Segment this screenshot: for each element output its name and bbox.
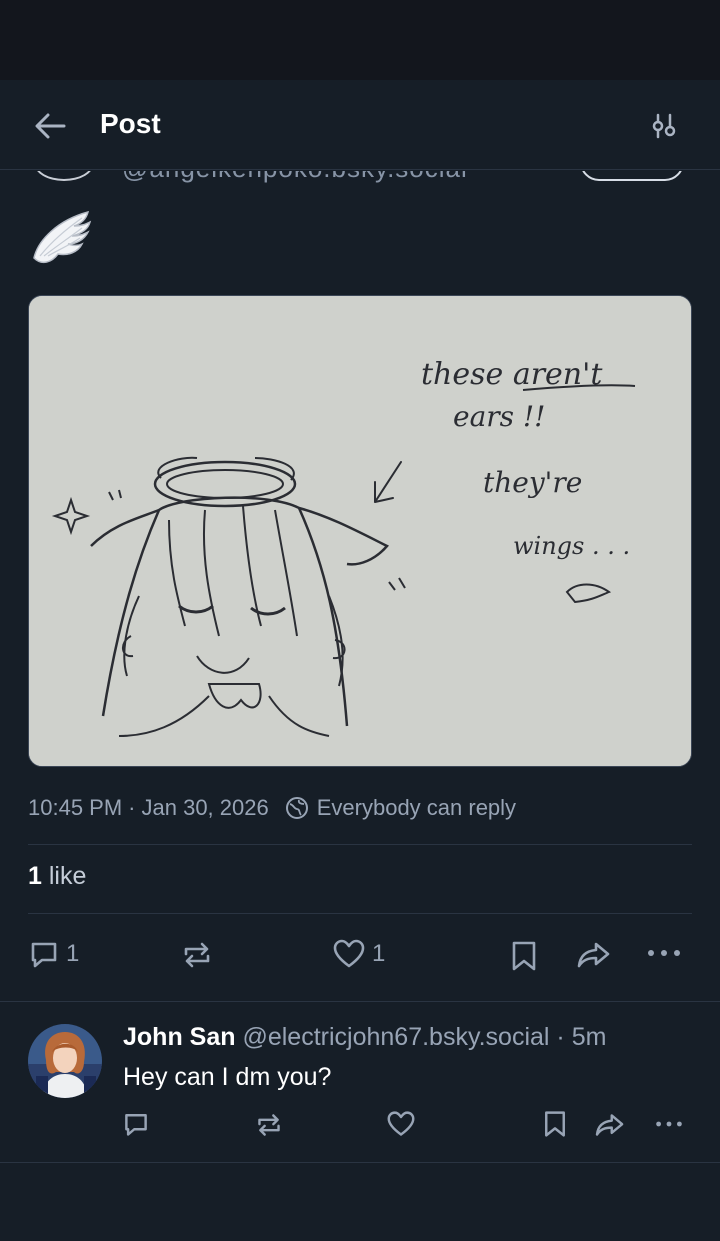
reply-author-handle[interactable]: @electricjohn67.bsky.social (242, 1023, 549, 1051)
ellipsis-icon (648, 950, 680, 956)
like-button[interactable]: 1 (332, 938, 385, 970)
share-icon (577, 942, 610, 968)
reply-text: Hey can I dm you? (123, 1063, 332, 1091)
repost-icon (184, 942, 210, 968)
reply-setting-label: Everybody can reply (316, 795, 517, 820)
bookmark-icon (512, 941, 536, 971)
post-actions: 1 1 (0, 934, 720, 978)
speech-bubble-icon (125, 1114, 147, 1136)
reply-share-button[interactable] (594, 1112, 626, 1138)
divider (28, 913, 692, 914)
reply-like-button[interactable] (386, 1110, 416, 1138)
reply-count: 1 (66, 940, 80, 967)
post-author-row-cutoff: @angelkenpoko.bsky.social (0, 171, 720, 185)
reply-button[interactable]: 1 (28, 938, 79, 970)
heart-icon (387, 1111, 415, 1136)
post-date: Jan 30, 2026 (141, 795, 269, 820)
like-action-count: 1 (372, 940, 386, 967)
handwritten-line-4: wings . . . (513, 532, 630, 560)
sliders-icon (652, 113, 676, 139)
post-meta: 10:45 PM · Jan 30, 2026 Everybody can re… (28, 793, 516, 823)
reply-actions (0, 1106, 720, 1142)
globe-icon (285, 797, 308, 819)
author-handle[interactable]: @angelkenpoko.bsky.social (122, 171, 468, 184)
handwritten-line-2: ears !! (453, 400, 545, 433)
header: Post (0, 80, 720, 170)
ellipsis-icon (656, 1121, 682, 1127)
handwritten-line-3: they're (483, 466, 582, 499)
thread-settings-button[interactable] (644, 106, 684, 146)
post-time: 10:45 PM (28, 795, 123, 820)
reply-item[interactable]: John San @electricjohn67.bsky.social · 5… (0, 1002, 720, 1162)
more-options-button[interactable] (646, 948, 682, 958)
bookmark-button[interactable] (510, 940, 538, 972)
reply-author-name[interactable]: John San (123, 1023, 236, 1051)
reply-repost-button[interactable] (254, 1112, 284, 1138)
reply-reply-button[interactable] (122, 1110, 150, 1138)
repost-button[interactable] (180, 940, 214, 970)
back-button[interactable] (30, 106, 70, 146)
avatar[interactable] (28, 1024, 102, 1098)
reply-time: · 5m (556, 1023, 607, 1051)
arrow-left-icon (35, 113, 66, 139)
author-avatar[interactable] (34, 171, 94, 181)
reply-header: John San @electricjohn67.bsky.social · 5… (123, 1022, 606, 1052)
section-divider (0, 1162, 720, 1163)
reply-bookmark-button[interactable] (542, 1110, 568, 1138)
share-button[interactable] (576, 940, 612, 970)
follow-button[interactable] (580, 171, 684, 181)
divider (28, 844, 692, 845)
bookmark-icon (545, 1111, 565, 1137)
repost-icon (258, 1114, 280, 1136)
share-icon (595, 1114, 624, 1136)
speech-bubble-icon (31, 942, 57, 968)
post-image[interactable]: these aren't ears !! they're wings . . . (28, 295, 692, 767)
reply-more-options-button[interactable] (654, 1120, 684, 1128)
like-label: like (48, 862, 87, 890)
wing-icon (28, 206, 96, 270)
status-bar (0, 0, 720, 80)
page-title: Post (100, 108, 161, 139)
reply-setting[interactable]: Everybody can reply (285, 795, 516, 821)
meta-separator: · (128, 795, 136, 820)
heart-icon (333, 939, 365, 968)
likes-summary[interactable]: 1 like (28, 862, 86, 891)
like-count: 1 (28, 862, 42, 890)
